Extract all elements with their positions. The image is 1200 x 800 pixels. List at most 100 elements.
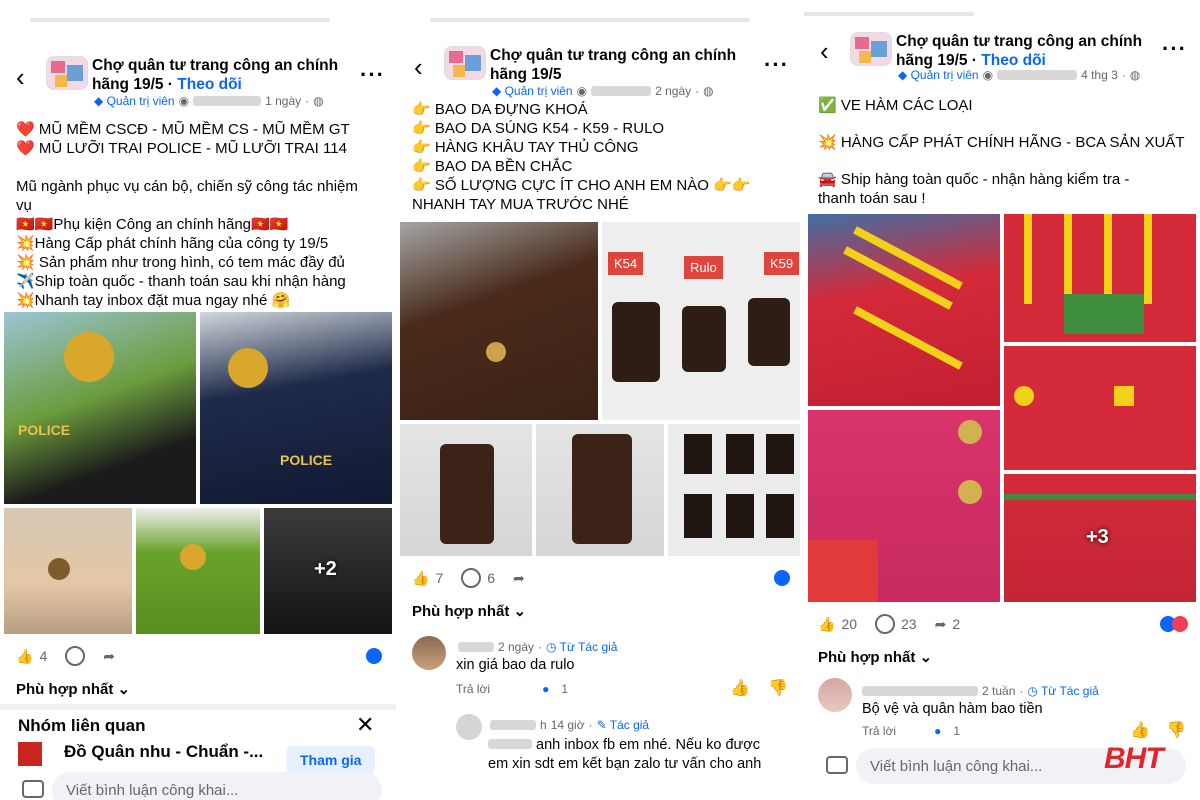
related-group-name[interactable]: Đồ Quân nhu - Chuẩn -... (64, 742, 263, 762)
post-meta: ◆ Quản trị viên ◉ 4 thg 3 · ◍ (898, 68, 1141, 82)
blurred-author (591, 86, 652, 96)
group-avatar[interactable] (46, 56, 88, 90)
reply-button[interactable]: Trả lời (862, 724, 896, 738)
post-text: ❤️ MŨ MỀM CSCĐ - MŨ MỀM CS - MŨ MỀM GT ❤… (16, 121, 358, 309)
photo-shoulder-boards-5[interactable]: +3 (1004, 474, 1196, 602)
photo-shoulder-boards-4[interactable] (1004, 346, 1196, 470)
share-icon: ➦ (934, 615, 947, 632)
photo-holster-3[interactable] (668, 424, 800, 556)
group-name[interactable]: Chợ quân tư trang công an chính hãng 19/… (490, 46, 790, 84)
post-meta: ◆ Quản trị viên ◉ 1 ngày · ◍ (94, 94, 324, 108)
follow-link[interactable]: Theo dõi (177, 76, 242, 93)
like-button[interactable]: 👍 4 (16, 648, 47, 665)
comment-text: Bộ vệ và quân hàm bao tiền (862, 701, 1043, 717)
more-options-icon[interactable]: ··· (360, 62, 385, 88)
love-reaction-icon (1172, 616, 1188, 632)
photo-shoulder-boards-2[interactable] (1004, 214, 1196, 342)
globe-icon: ◍ (313, 94, 324, 108)
blurred-author (193, 96, 262, 106)
comment-sort[interactable]: Phù hợp nhất ⌄ (16, 680, 130, 698)
admin-badge: ◆ Quản trị viên (492, 84, 573, 98)
post-time[interactable]: 1 ngày (265, 94, 301, 108)
admin-badge: ◆ Quản trị viên (94, 94, 175, 108)
post-panel-3: ‹ Chợ quân tư trang công an chính hãng 1… (804, 0, 1200, 800)
post-actions: 👍 7 6 ➦ (412, 568, 543, 588)
photo-holster-2[interactable] (536, 424, 664, 556)
commenter-avatar[interactable] (818, 678, 852, 712)
photo-cap-green[interactable] (136, 508, 260, 634)
comment-button[interactable]: 23 (875, 614, 917, 634)
group-name[interactable]: Chợ quân tư trang công an chính hãng 19/… (92, 56, 382, 94)
comment-button[interactable]: 6 (461, 568, 495, 588)
photo-key-holster[interactable] (400, 222, 598, 420)
share-button[interactable]: ➦ (103, 648, 115, 665)
comment-dislike-icon[interactable]: 👎 (768, 678, 788, 698)
post-time[interactable]: 2 ngày (655, 84, 691, 98)
post-text: 👉 BAO DA ĐỰNG KHOÁ 👉 BAO DA SÚNG K54 - K… (412, 101, 751, 213)
join-button[interactable]: Tham gia (286, 746, 376, 774)
post-time[interactable]: 4 thg 3 (1081, 68, 1118, 82)
globe-icon: ◍ (703, 84, 714, 98)
back-arrow-icon[interactable]: ‹ (414, 54, 423, 80)
reply-avatar[interactable] (456, 714, 482, 740)
group-avatar[interactable] (850, 32, 892, 66)
camera-icon[interactable] (826, 756, 848, 774)
comment-meta: 2 tuần · ◷ Từ Tác giả (862, 684, 1099, 698)
globe-icon: ◍ (1129, 68, 1141, 82)
photo-shoulder-boards-3[interactable] (808, 410, 1000, 602)
like-icon: 👍 (16, 647, 34, 664)
share-button[interactable]: ➦ (513, 570, 525, 587)
like-reaction-icon (774, 570, 790, 586)
more-photos-count[interactable]: +2 (314, 558, 337, 581)
related-group-avatar[interactable] (18, 742, 42, 766)
photo-caps-1[interactable]: POLICE (4, 312, 196, 504)
like-reaction-icon (366, 648, 382, 664)
group-avatar[interactable] (444, 46, 486, 80)
follow-link[interactable]: Theo dõi (981, 52, 1046, 69)
like-icon: 👍 (818, 615, 836, 632)
photo-cap-black[interactable]: +2 (264, 508, 392, 634)
comment-sort[interactable]: Phù hợp nhất ⌄ (412, 602, 526, 620)
comment-button[interactable] (65, 646, 86, 666)
top-divider (804, 12, 974, 16)
photo-holster-types[interactable]: K54 Rulo K59 (602, 222, 800, 420)
panel-separator (396, 0, 400, 800)
share-button[interactable]: ➦ 2 (935, 616, 961, 633)
post-meta: ◆ Quản trị viên ◉ 2 ngày · ◍ (492, 84, 714, 98)
comment-icon (461, 568, 482, 588)
like-button[interactable]: 👍 20 (818, 616, 857, 633)
share-icon: ➦ (513, 569, 525, 586)
post-actions: 👍 4 ➦ (16, 646, 133, 666)
label-rulo: Rulo (684, 256, 723, 279)
close-icon[interactable]: ✕ (356, 712, 374, 738)
top-divider (30, 18, 330, 22)
comment-sort[interactable]: Phù hợp nhất ⌄ (818, 648, 932, 666)
user-icon: ◉ (982, 68, 994, 82)
comment-like-icon[interactable]: 👍 (1130, 720, 1150, 740)
photo-shoulder-boards-1[interactable] (808, 214, 1000, 406)
like-button[interactable]: 👍 7 (412, 570, 443, 587)
more-photos-count[interactable]: +3 (1086, 526, 1109, 549)
reply-button[interactable]: Trả lời (456, 682, 490, 696)
more-options-icon[interactable]: ··· (1162, 36, 1187, 62)
post-text: ✅ VE HÀM CÁC LOẠI 💥 HÀNG CẤP PHÁT CHÍNH … (818, 97, 1185, 207)
user-icon: ◉ (576, 84, 588, 98)
photo-caps-2[interactable]: POLICE (200, 312, 392, 504)
post-actions: 👍 20 23 ➦ 2 (818, 614, 978, 634)
photo-cap-beige[interactable] (4, 508, 132, 634)
admin-badge: ◆ Quản trị viên (898, 68, 979, 82)
back-arrow-icon[interactable]: ‹ (16, 64, 25, 90)
commenter-avatar[interactable] (412, 636, 446, 670)
comment-icon (875, 614, 896, 634)
comment-input[interactable]: Viết bình luận công khai... (52, 772, 382, 800)
back-arrow-icon[interactable]: ‹ (820, 38, 829, 64)
more-options-icon[interactable]: ··· (764, 52, 789, 78)
comment-footer: Trả lời ● 1 (456, 682, 569, 696)
photo-holster-1[interactable] (400, 424, 532, 556)
group-name[interactable]: Chợ quân tư trang công an chính hãng 19/… (896, 32, 1192, 70)
camera-icon[interactable] (22, 780, 44, 798)
comment-like-icon[interactable]: 👍 (730, 678, 750, 698)
comment-footer: Trả lời ● 1 (862, 724, 961, 738)
blurred-author (997, 70, 1078, 80)
comment-dislike-icon[interactable]: 👎 (1166, 720, 1186, 740)
